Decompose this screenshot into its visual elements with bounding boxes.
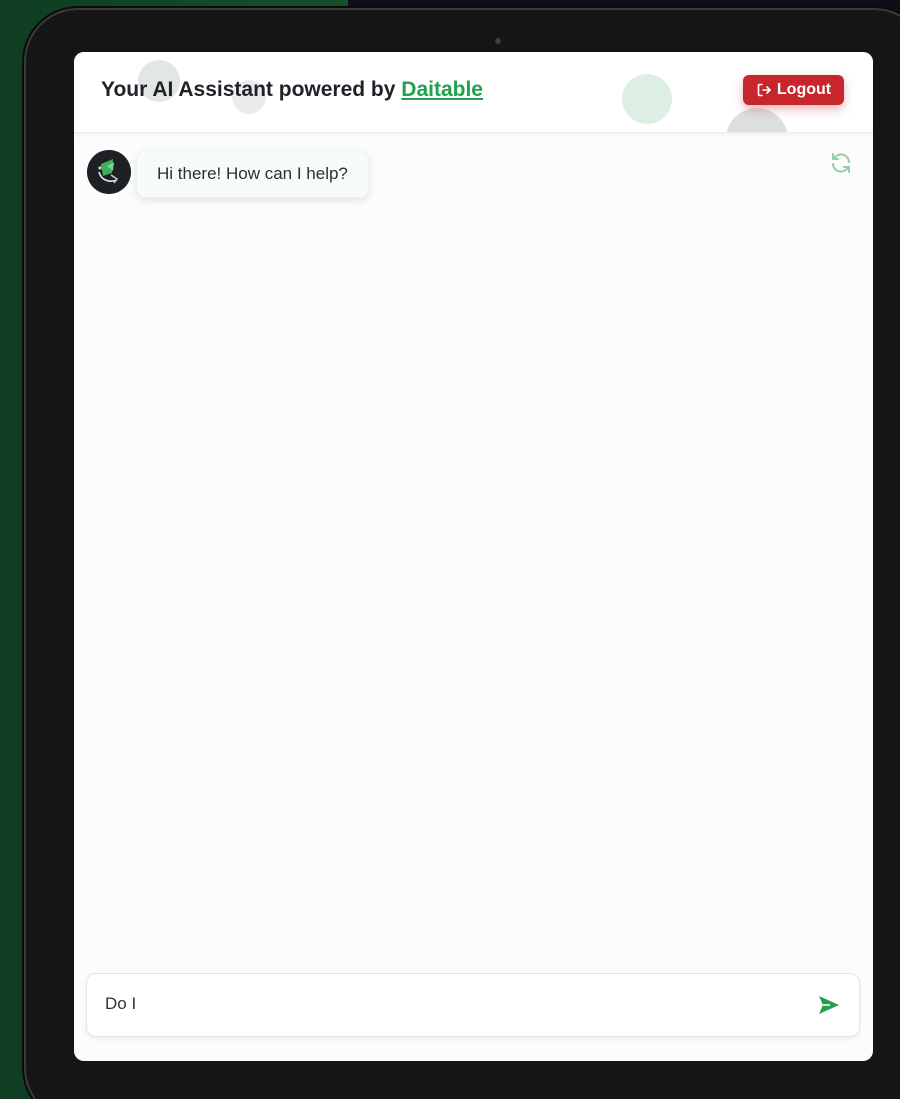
- page-title: Your AI Assistant powered by Daitable: [101, 78, 483, 102]
- message-composer: [86, 973, 860, 1037]
- chat-app-screen: Your AI Assistant powered by Daitable Lo…: [74, 52, 873, 1061]
- logout-label: Logout: [776, 81, 832, 98]
- title-prefix: Your AI Assistant powered by: [101, 78, 402, 101]
- logout-icon: [756, 82, 772, 98]
- logout-button[interactable]: Logout: [743, 75, 844, 105]
- message-input[interactable]: [105, 974, 795, 1034]
- refresh-icon[interactable]: [829, 151, 853, 175]
- send-button[interactable]: [815, 991, 843, 1019]
- decorative-blob: [622, 74, 672, 124]
- assistant-message: Hi there! How can I help?: [136, 150, 369, 198]
- brand-link[interactable]: Daitable: [401, 78, 483, 101]
- send-icon: [819, 996, 839, 1014]
- app-header: Your AI Assistant powered by Daitable Lo…: [74, 52, 873, 133]
- camera-dot: [495, 38, 501, 44]
- decorative-blob: [726, 108, 788, 132]
- assistant-avatar: [87, 150, 131, 194]
